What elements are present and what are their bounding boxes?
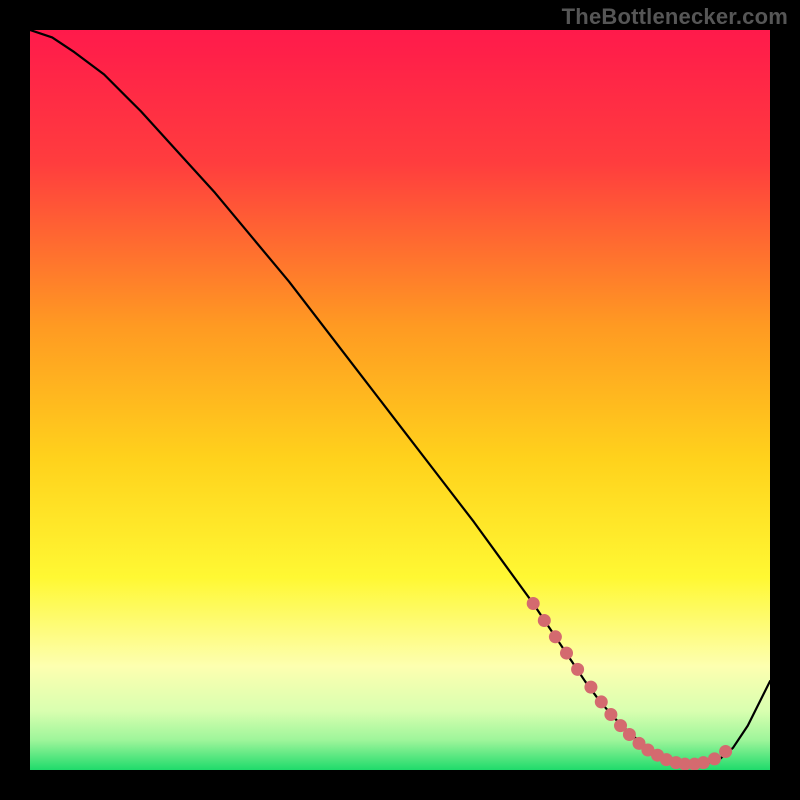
marker-dot <box>527 597 540 610</box>
marker-dot <box>719 745 732 758</box>
attribution-text: TheBottlenecker.com <box>562 4 788 30</box>
marker-dot <box>571 663 584 676</box>
marker-dot <box>697 756 710 769</box>
marker-dot <box>584 681 597 694</box>
marker-dot <box>538 614 551 627</box>
plot-area <box>30 30 770 770</box>
gradient-background <box>30 30 770 770</box>
chart-svg <box>30 30 770 770</box>
marker-dot <box>708 752 721 765</box>
marker-dot <box>604 708 617 721</box>
marker-dot <box>549 630 562 643</box>
marker-dot <box>595 695 608 708</box>
marker-dot <box>623 728 636 741</box>
chart-frame: TheBottlenecker.com <box>0 0 800 800</box>
marker-dot <box>560 647 573 660</box>
